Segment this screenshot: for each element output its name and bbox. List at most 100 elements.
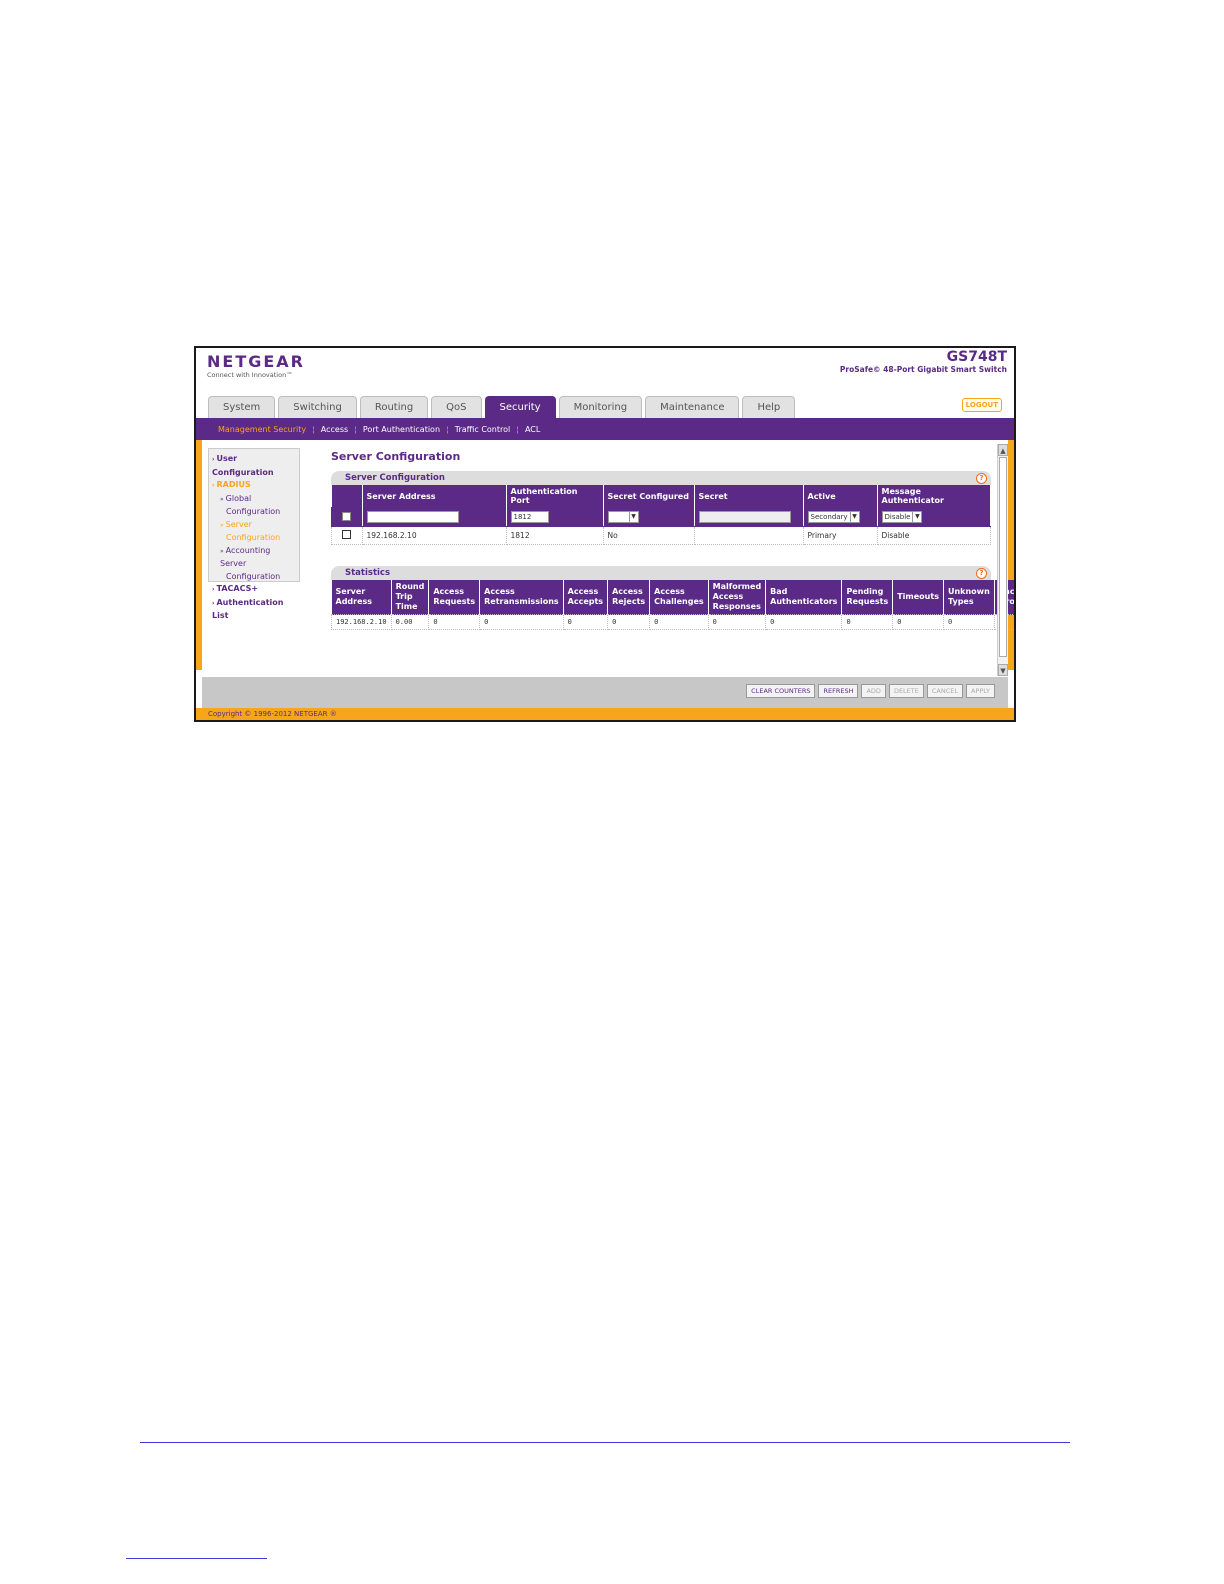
model-info: GS748T ProSafe© 48-Port Gigabit Smart Sw… xyxy=(840,349,1007,374)
table-cell: 0 xyxy=(942,614,995,630)
sidebar-item-authentication-list[interactable]: › Authentication List xyxy=(212,597,296,623)
subnav-separator: ¦ xyxy=(354,424,357,434)
vertical-scrollbar[interactable]: ▲ ▼ xyxy=(997,444,1008,676)
table-cell: 0 xyxy=(649,614,709,630)
sidebar-item-accounting-server-configuration[interactable]: » Accounting Server Configuration xyxy=(212,545,296,584)
column-header: Secret xyxy=(694,485,804,508)
chevron-down-icon: ▼ xyxy=(849,512,859,522)
sidebar-item-label: Authentication List xyxy=(212,597,284,621)
table-input-row: 1812 ▼ Secondary ▼ Disable ▼ xyxy=(331,507,991,527)
tab-help[interactable]: Help xyxy=(742,396,796,418)
sidebar-item-label: User Configuration xyxy=(212,454,274,477)
column-header: Access Challenges xyxy=(649,580,709,615)
refresh-button[interactable]: REFRESH xyxy=(818,684,859,698)
column-header: Access Rejects xyxy=(607,580,651,615)
column-header: Authentication Port xyxy=(506,485,604,508)
column-header: Malformed Access Responses xyxy=(708,580,767,615)
bullet-icon: › xyxy=(212,482,215,489)
apply-button[interactable]: APPLY xyxy=(965,684,995,698)
table-row: 192.168.2.100.0000000000000 xyxy=(331,614,1014,630)
sidebar-item-tacacs[interactable]: › TACACS+ xyxy=(212,583,296,597)
brand-name: NETGEAR xyxy=(207,352,305,371)
subnav-separator: ¦ xyxy=(312,424,315,434)
scrollbar-thumb[interactable] xyxy=(999,457,1007,657)
sidebar-item-server-configuration[interactable]: » Server Configuration xyxy=(212,519,296,545)
page-title: Server Configuration xyxy=(331,450,461,463)
tab-switching[interactable]: Switching xyxy=(278,396,357,418)
column-header: Access Retransmissions xyxy=(479,580,564,615)
help-icon[interactable]: ? xyxy=(976,473,987,484)
column-header: Pending Requests xyxy=(841,580,894,615)
product-name: ProSafe© 48-Port Gigabit Smart Switch xyxy=(839,365,1007,374)
message-authenticator-select[interactable]: Disable ▼ xyxy=(881,511,923,523)
sidebar: › User Configuration › RADIUS » Global Confi… xyxy=(208,448,300,620)
bullet-icon: › xyxy=(212,586,215,593)
tab-system[interactable]: System xyxy=(208,396,276,418)
row-checkbox[interactable] xyxy=(342,530,352,539)
column-header: Access Accepts xyxy=(563,580,609,615)
cancel-button[interactable]: CANCEL xyxy=(926,684,963,698)
column-header: Server Address xyxy=(362,485,507,508)
secret-configured-select[interactable]: ▼ xyxy=(607,511,639,523)
sidebar-item-radius[interactable]: › RADIUS xyxy=(212,479,296,493)
button-toolbar: CLEAR COUNTERS REFRESH ADD DELETE CANCEL… xyxy=(202,677,1008,708)
logout-button[interactable]: LOGOUT xyxy=(961,398,1002,412)
column-header: Bad Authenticators xyxy=(765,580,843,615)
table-cell: 0.00 xyxy=(390,614,430,630)
sidebar-item-label: Configuration xyxy=(226,533,281,542)
tab-routing[interactable]: Routing xyxy=(359,396,429,418)
column-header-select xyxy=(331,485,363,508)
sidebar-item-global-configuration[interactable]: » Global Configuration xyxy=(212,493,296,519)
clear-counters-button[interactable]: CLEAR COUNTERS xyxy=(746,684,816,698)
select-all-checkbox[interactable] xyxy=(342,511,352,521)
column-header: Message Authenticator xyxy=(877,485,991,508)
chevron-down-icon: ▼ xyxy=(912,512,921,522)
select-value: Secondary xyxy=(810,513,848,521)
subnav-separator: ¦ xyxy=(516,424,519,434)
scroll-up-icon[interactable]: ▲ xyxy=(998,444,1008,456)
table-cell: 192.168.2.10 xyxy=(331,614,392,630)
left-accent-bar xyxy=(196,440,202,670)
bullet-icon: › xyxy=(212,456,215,463)
subnav-traffic-control[interactable]: Traffic Control xyxy=(455,425,511,434)
tab-security[interactable]: Security xyxy=(484,396,556,418)
server-config-section-header: Server Configuration ? xyxy=(331,471,991,485)
column-header: Server Address xyxy=(331,580,392,615)
table-cell: Disable ▼ xyxy=(876,507,991,527)
subnav-access[interactable]: Access xyxy=(321,425,348,434)
table-header-row: Server Address Round Trip Time Access Requests… xyxy=(331,580,1014,615)
bullet-icon: » xyxy=(220,495,224,503)
secret-input[interactable] xyxy=(698,511,791,523)
tab-monitoring[interactable]: Monitoring xyxy=(558,396,643,418)
copyright-footer: Copyright © 1996-2012 NETGEAR ® xyxy=(196,708,1014,720)
subnav-management-security[interactable]: Management Security xyxy=(218,425,306,434)
scroll-down-icon[interactable]: ▼ xyxy=(998,664,1008,676)
sidebar-item-label: Server xyxy=(225,519,252,529)
delete-button[interactable]: DELETE xyxy=(888,684,924,698)
table-cell: ▼ xyxy=(602,507,695,527)
action-buttons: CLEAR COUNTERS REFRESH ADD DELETE CANCEL… xyxy=(743,684,995,698)
column-header: Unknown Types xyxy=(943,580,995,615)
help-icon[interactable]: ? xyxy=(976,568,987,579)
table-cell xyxy=(693,526,804,545)
table-cell: 0 xyxy=(841,614,894,630)
table-cell: 1812 xyxy=(505,507,604,527)
sidebar-item-label: Configuration xyxy=(226,507,281,516)
subnav-acl[interactable]: ACL xyxy=(525,425,540,434)
table-cell: No xyxy=(602,526,695,545)
table-cell: 0 xyxy=(707,614,767,630)
select-value xyxy=(609,512,629,522)
auth-port-input[interactable]: 1812 xyxy=(510,511,549,523)
subnav-port-authentication[interactable]: Port Authentication xyxy=(363,425,440,434)
section-title: Server Configuration xyxy=(345,473,445,483)
tab-maintenance[interactable]: Maintenance xyxy=(645,396,740,418)
tab-qos[interactable]: QoS xyxy=(431,396,482,418)
main-tabs: System Switching Routing QoS Security Mo… xyxy=(208,396,798,418)
server-address-input[interactable] xyxy=(366,511,459,523)
table-cell: 0 xyxy=(892,614,944,630)
table-row: 192.168.2.10 1812 No Primary Disable xyxy=(331,526,991,545)
active-select[interactable]: Secondary ▼ xyxy=(807,511,860,523)
add-button[interactable]: ADD xyxy=(861,684,886,698)
server-config-table: Server Address Authentication Port Secre… xyxy=(331,485,991,545)
sidebar-item-user-configuration[interactable]: › User Configuration xyxy=(212,453,296,479)
